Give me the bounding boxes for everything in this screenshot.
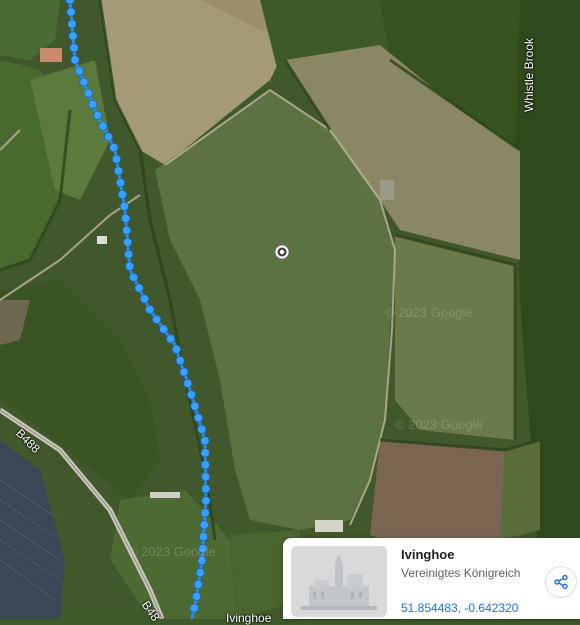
route-dot bbox=[145, 304, 155, 315]
route-dot bbox=[186, 390, 197, 400]
route-dot bbox=[67, 19, 77, 29]
route-dot bbox=[113, 166, 124, 176]
place-country: Vereinigtes Königreich bbox=[401, 566, 521, 580]
route-dot bbox=[66, 7, 76, 17]
route-dot bbox=[199, 520, 209, 530]
route-dot bbox=[200, 508, 210, 518]
place-coordinates[interactable]: 51.854483, -0.642320 bbox=[401, 601, 518, 615]
route-dot bbox=[139, 294, 149, 304]
route-dot bbox=[191, 591, 202, 601]
route-dot bbox=[193, 579, 203, 590]
ivinghoe-map-label: Ivinghoe bbox=[226, 611, 272, 625]
route-dot bbox=[193, 413, 203, 423]
location-target-icon[interactable] bbox=[274, 244, 290, 260]
route-dot bbox=[69, 43, 79, 53]
route-dot bbox=[70, 55, 80, 65]
route-dot bbox=[200, 436, 210, 446]
route-dot bbox=[171, 344, 182, 354]
share-icon bbox=[554, 574, 568, 590]
route-dot bbox=[200, 460, 211, 470]
place-title: Ivinghoe bbox=[401, 547, 455, 562]
route-dot bbox=[189, 603, 199, 613]
building-illustration-icon bbox=[291, 546, 387, 617]
route-dot bbox=[197, 424, 207, 434]
route-dot bbox=[111, 154, 122, 164]
route-dot bbox=[201, 484, 211, 494]
route-dot bbox=[200, 448, 210, 458]
route-dot bbox=[183, 378, 193, 388]
route-dot bbox=[121, 213, 131, 223]
route-dot bbox=[83, 88, 93, 98]
satellite-map[interactable] bbox=[0, 0, 580, 619]
route-dot bbox=[79, 77, 89, 87]
route-dot bbox=[115, 178, 126, 188]
route-dot bbox=[68, 31, 78, 41]
route-dot bbox=[175, 356, 185, 366]
route-dot bbox=[117, 190, 128, 200]
route-dot bbox=[93, 110, 103, 120]
route-dot bbox=[201, 472, 211, 482]
route-dot bbox=[109, 142, 119, 153]
route-dot bbox=[159, 324, 169, 334]
route-dot bbox=[98, 121, 108, 131]
place-info-card[interactable]: Ivinghoe Vereinigtes Königreich 51.85448… bbox=[283, 538, 580, 619]
map-watermark: © 2023 Google bbox=[385, 305, 473, 320]
place-thumbnail[interactable] bbox=[291, 546, 387, 617]
route-dot bbox=[134, 283, 144, 293]
route-dot bbox=[88, 99, 98, 109]
map-watermark: © 2023 Google bbox=[128, 544, 216, 559]
route-dot bbox=[129, 272, 139, 282]
route-dot bbox=[195, 567, 205, 578]
route-dot bbox=[179, 367, 189, 377]
route-dot bbox=[201, 496, 211, 506]
route-dot bbox=[152, 314, 162, 324]
share-button[interactable] bbox=[545, 566, 577, 598]
route-dot bbox=[198, 532, 209, 542]
map-watermark: © 2023 Google bbox=[395, 417, 483, 432]
route-dot bbox=[119, 201, 130, 212]
whistle-brook-label: Whistle Brook bbox=[522, 37, 536, 112]
route-dot bbox=[103, 132, 113, 142]
route-dot bbox=[166, 334, 176, 344]
route-dot bbox=[74, 66, 84, 76]
route-dot bbox=[124, 249, 134, 259]
route-dot bbox=[190, 401, 200, 411]
route-dot bbox=[125, 261, 135, 271]
route-dot bbox=[123, 237, 133, 247]
route-dot bbox=[122, 225, 132, 235]
